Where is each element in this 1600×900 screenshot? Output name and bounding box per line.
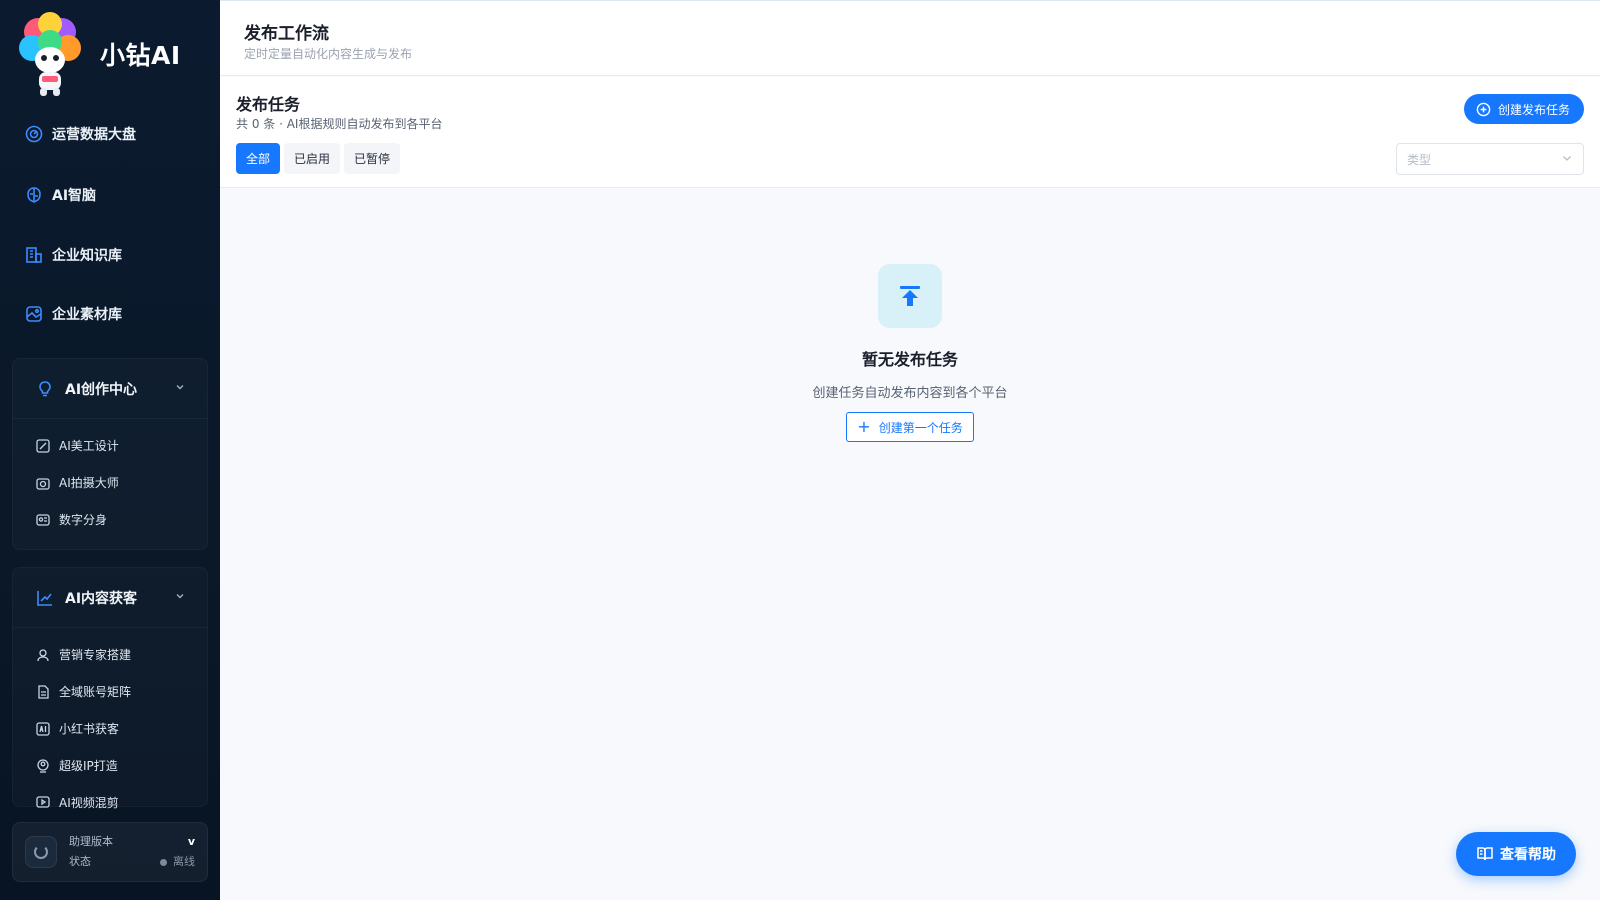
type-select[interactable]: 类型 (1396, 143, 1584, 175)
group-label: AI创作中心 (65, 381, 138, 398)
plus-circle-icon (1476, 101, 1492, 117)
group-header-ai-creation[interactable]: AI创作中心 (13, 359, 207, 419)
user-icon (35, 647, 51, 663)
assistant-status-label: 状态 (69, 855, 91, 868)
tab-all[interactable]: 全部 (236, 143, 281, 174)
group-label: AI内容获客 (65, 590, 138, 607)
help-button-label: 查看帮助 (1500, 847, 1556, 863)
publish-task-panel: 发布任务 共 0 条 · AI根据规则自动发布到各平台 创建发布任务 全部 已启… (220, 77, 1600, 188)
upload-icon (878, 264, 942, 328)
type-select-placeholder: 类型 (1407, 152, 1432, 167)
dashboard-icon (24, 124, 44, 144)
sidebar-item-dashboard[interactable]: 运营数据大盘 (24, 116, 136, 152)
sidebar-item-knowledge-base[interactable]: 企业知识库 (24, 237, 122, 273)
brand[interactable]: 小钻AI (18, 10, 181, 98)
sidebar-subitem-ai-design[interactable]: AI美工设计 (13, 427, 207, 464)
sidebar-subitem-marketing-expert[interactable]: 营销专家搭建 (13, 636, 207, 673)
sidebar-subitem-super-ip[interactable]: 超级IP打造 (13, 747, 207, 784)
plus-icon: + (857, 417, 871, 436)
empty-state-title: 暂无发布任务 (861, 350, 958, 369)
ip-icon (35, 758, 51, 774)
assistant-status-value: 离线 (173, 855, 195, 868)
loading-spinner-icon (25, 836, 57, 868)
avatar-card-icon (35, 512, 51, 528)
building-icon (24, 245, 44, 265)
sidebar-subitem-label: AI美工设计 (59, 439, 119, 453)
sidebar-subitem-account-matrix[interactable]: 全域账号矩阵 (13, 673, 207, 710)
sidebar-item-label: 企业素材库 (52, 307, 122, 323)
sidebar-subitem-label: 全域账号矩阵 (59, 685, 132, 699)
sidebar-item-label: AI智脑 (52, 188, 97, 204)
sidebar-subitem-label: 数字分身 (59, 513, 108, 527)
brand-name: 小钻AI (100, 41, 181, 70)
sidebar-group-ai-creation: AI创作中心 AI美工设计 AI拍摄大师 数字分身 (12, 358, 208, 550)
page-subtitle: 定时定量自动化内容生成与发布 (244, 47, 413, 61)
empty-state-subtitle: 创建任务自动发布内容到各个平台 (812, 386, 1008, 401)
status-dot-icon (160, 858, 167, 866)
sidebar-subitem-label: AI视频混剪 (59, 796, 119, 810)
sidebar-item-label: 企业知识库 (52, 248, 122, 264)
main-content: 发布工作流 定时定量自动化内容生成与发布 发布任务 共 0 条 · AI根据规则… (220, 0, 1600, 900)
chevron-down-icon (175, 591, 185, 604)
sidebar-subitem-label: 小红书获客 (59, 722, 120, 736)
assistant-status-card[interactable]: 助理版本 v 状态 离线 (12, 822, 208, 882)
create-first-task-label: 创建第一个任务 (878, 420, 963, 435)
help-button[interactable]: 查看帮助 (1456, 832, 1576, 876)
tab-enabled[interactable]: 已启用 (284, 143, 341, 174)
design-icon (35, 438, 51, 454)
sidebar-group-ai-content: AI内容获客 营销专家搭建 全域账号矩阵 小红书获客 超级IP打造 AI视频混剪 (12, 567, 208, 810)
tab-paused[interactable]: 已暂停 (344, 143, 401, 174)
group-header-ai-content[interactable]: AI内容获客 (13, 568, 207, 628)
filter-tabs: 全部 已启用 已暂停 (236, 143, 404, 174)
sidebar-item-ai-brain[interactable]: AI智脑 (24, 177, 96, 213)
page-header: 发布工作流 定时定量自动化内容生成与发布 (220, 0, 1600, 76)
sidebar-subitem-video-mix[interactable]: AI视频混剪 (13, 784, 207, 810)
panel-title: 发布任务 (236, 95, 301, 114)
image-icon (24, 304, 44, 324)
create-publish-task-label: 创建发布任务 (1497, 102, 1570, 117)
sidebar-item-asset-library[interactable]: 企业素材库 (24, 296, 122, 332)
sidebar-item-label: 运营数据大盘 (52, 127, 136, 143)
assistant-version-label: 助理版本 (69, 835, 113, 848)
sidebar-subitem-label: 营销专家搭建 (59, 648, 132, 662)
chevron-down-icon (175, 382, 185, 395)
panel-subtitle: 共 0 条 · AI根据规则自动发布到各平台 (236, 117, 443, 131)
ai-box-icon (35, 721, 51, 737)
brain-icon (24, 185, 44, 205)
sidebar-subitem-xiaohongshu[interactable]: 小红书获客 (13, 710, 207, 747)
sidebar-subitem-label: 超级IP打造 (59, 759, 118, 773)
sidebar-subitem-label: AI拍摄大师 (59, 476, 119, 490)
sidebar: 小钻AI 运营数据大盘 AI智脑 企业知识库 企业素材库 AI创作中心 AI美工… (0, 0, 220, 900)
create-publish-task-button[interactable]: 创建发布任务 (1463, 94, 1584, 124)
chevron-down-icon (1561, 152, 1573, 167)
create-first-task-button[interactable]: + 创建第一个任务 (846, 412, 974, 442)
logo (18, 10, 82, 98)
sidebar-subitem-ai-photo[interactable]: AI拍摄大师 (13, 464, 207, 501)
camera-icon (35, 475, 51, 491)
book-icon (1476, 845, 1494, 863)
chart-icon (35, 588, 55, 608)
video-icon (35, 794, 51, 810)
document-icon (35, 684, 51, 700)
bulb-icon (35, 379, 55, 399)
page-title: 发布工作流 (244, 24, 329, 44)
sidebar-subitem-digital-avatar[interactable]: 数字分身 (13, 501, 207, 538)
assistant-version-value: v (187, 835, 195, 848)
